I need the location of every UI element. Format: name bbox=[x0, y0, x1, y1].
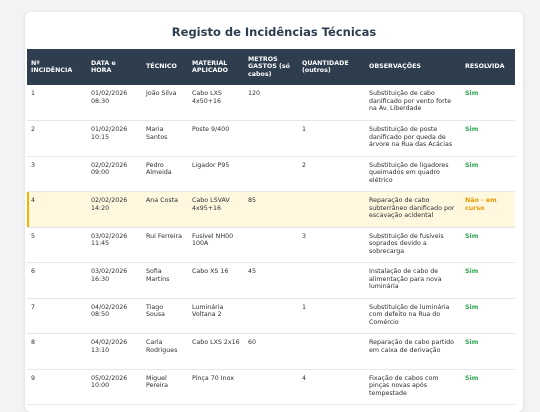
cell-obs: Substituição de fusíveis soprados devido… bbox=[365, 227, 461, 263]
cell-meters: 45 bbox=[244, 262, 298, 299]
table-row: 7 04/02/2026 08:50 Tiago Sousa Luminária… bbox=[27, 298, 515, 334]
cell-tech: Carla Rodrigues bbox=[142, 333, 188, 370]
cell-qty: 3 bbox=[298, 227, 365, 263]
table-row: 1 01/02/2026 08:30 João Silva Cabo LXS 4… bbox=[27, 85, 515, 121]
cell-date: 04/02/2026 13:10 bbox=[87, 333, 142, 370]
incidents-card: Registo de Incidências Técnicas Nº INCID… bbox=[25, 12, 523, 412]
header-obs: OBSERVAÇÕES bbox=[365, 49, 461, 85]
cell-resolved: Sim bbox=[461, 333, 515, 370]
cell-obs: Substituição de cabo danificado por vent… bbox=[365, 85, 461, 121]
cell-num: 8 bbox=[27, 333, 87, 370]
cell-meters bbox=[244, 120, 298, 157]
cell-tech: Sofia Martins bbox=[142, 262, 188, 299]
cell-meters: 120 bbox=[244, 85, 298, 121]
cell-qty bbox=[298, 191, 365, 228]
cell-material: Pinça 70 Inox bbox=[188, 369, 244, 405]
cell-qty: 4 bbox=[298, 369, 365, 405]
cell-date: 04/02/2026 08:50 bbox=[87, 298, 142, 334]
cell-resolved: Sim bbox=[461, 227, 515, 263]
cell-material: Ligador P95 bbox=[188, 156, 244, 192]
cell-num: 4 bbox=[27, 191, 87, 228]
cell-qty bbox=[298, 262, 365, 299]
cell-material: Luminária Voltana 2 bbox=[188, 298, 244, 334]
header-meters: METROS GASTOS (só cabos) bbox=[244, 49, 298, 85]
cell-resolved: Sim bbox=[461, 369, 515, 405]
table-row: 2 01/02/2026 10:15 Maria Santos Poste 9/… bbox=[27, 120, 515, 157]
cell-tech: Maria Santos bbox=[142, 120, 188, 157]
cell-tech: João Silva bbox=[142, 85, 188, 121]
table-row: 5 03/02/2026 11:45 Rui Ferreira Fusível … bbox=[27, 227, 515, 263]
table-body: 1 01/02/2026 08:30 João Silva Cabo LXS 4… bbox=[27, 85, 515, 405]
header-material: MATERIAL APLICADO bbox=[188, 49, 244, 85]
cell-obs: Instalação de cabo de alimentação para n… bbox=[365, 262, 461, 299]
cell-tech: Tiago Sousa bbox=[142, 298, 188, 334]
cell-date: 05/02/2026 10:00 bbox=[87, 369, 142, 405]
cell-resolved: Sim bbox=[461, 298, 515, 334]
cell-material: Poste 9/400 bbox=[188, 120, 244, 157]
cell-obs: Substituição de poste danificado por que… bbox=[365, 120, 461, 157]
cell-obs: Reparação de cabo partido em caixa de de… bbox=[365, 333, 461, 370]
cell-num: 9 bbox=[27, 369, 87, 405]
cell-material: Cabo LXS 4x50+16 bbox=[188, 85, 244, 121]
cell-resolved: Sim bbox=[461, 85, 515, 121]
cell-qty: 1 bbox=[298, 120, 365, 157]
cell-obs: Substituição de luminária com defeito na… bbox=[365, 298, 461, 334]
cell-material: Cabo LSVAV 4x95+16 bbox=[188, 191, 244, 228]
cell-qty bbox=[298, 85, 365, 121]
cell-num: 2 bbox=[27, 120, 87, 157]
cell-date: 03/02/2026 16:30 bbox=[87, 262, 142, 299]
table-row: 6 03/02/2026 16:30 Sofia Martins Cabo XS… bbox=[27, 262, 515, 299]
cell-num: 1 bbox=[27, 85, 87, 121]
cell-meters: 85 bbox=[244, 191, 298, 228]
cell-resolved: Não - em curso bbox=[461, 191, 515, 228]
cell-meters: 60 bbox=[244, 333, 298, 370]
cell-date: 01/02/2026 10:15 bbox=[87, 120, 142, 157]
header-date: DATA e HORA bbox=[87, 49, 142, 85]
cell-tech: Rui Ferreira bbox=[142, 227, 188, 263]
cell-meters bbox=[244, 298, 298, 334]
cell-tech: Ana Costa bbox=[142, 191, 188, 228]
page-title: Registo de Incidências Técnicas bbox=[171, 25, 377, 39]
cell-meters bbox=[244, 156, 298, 192]
table-header: Nº INCIDÊNCIA DATA e HORA TÉCNICO MATERI… bbox=[27, 49, 515, 85]
cell-obs: Reparação de cabo subterrâneo danificado… bbox=[365, 191, 461, 228]
header-qty: QUANTIDADE (outros) bbox=[298, 49, 365, 85]
cell-date: 01/02/2026 08:30 bbox=[87, 85, 142, 121]
cell-qty: 2 bbox=[298, 156, 365, 192]
cell-meters bbox=[244, 227, 298, 263]
cell-date: 03/02/2026 11:45 bbox=[87, 227, 142, 263]
cell-obs: Substituição de ligadores queimados em q… bbox=[365, 156, 461, 192]
cell-num: 3 bbox=[27, 156, 87, 192]
cell-resolved: Sim bbox=[461, 262, 515, 299]
cell-meters bbox=[244, 369, 298, 405]
table-row-pending: 4 02/02/2026 14:20 Ana Costa Cabo LSVAV … bbox=[27, 191, 515, 228]
cell-tech: Pedro Almeida bbox=[142, 156, 188, 192]
header-tech: TÉCNICO bbox=[142, 49, 188, 85]
cell-date: 02/02/2026 14:20 bbox=[87, 191, 142, 228]
table-row: 8 04/02/2026 13:10 Carla Rodrigues Cabo … bbox=[27, 333, 515, 370]
table-row: 3 02/02/2026 09:00 Pedro Almeida Ligador… bbox=[27, 156, 515, 192]
cell-material: Cabo LXS 2x16 bbox=[188, 333, 244, 370]
header-num: Nº INCIDÊNCIA bbox=[27, 49, 87, 85]
cell-obs: Fixação de cabos com pinças novas após t… bbox=[365, 369, 461, 405]
cell-material: Fusível NH00 100A bbox=[188, 227, 244, 263]
cell-material: Cabo XS 16 bbox=[188, 262, 244, 299]
cell-num: 5 bbox=[27, 227, 87, 263]
cell-num: 7 bbox=[27, 298, 87, 334]
cell-num: 6 bbox=[27, 262, 87, 299]
cell-qty bbox=[298, 333, 365, 370]
cell-resolved: Sim bbox=[461, 156, 515, 192]
header-resolved: RESOLVIDA bbox=[461, 49, 515, 85]
cell-qty: 1 bbox=[298, 298, 365, 334]
table-row: 9 05/02/2026 10:00 Miguel Pereira Pinça … bbox=[27, 369, 515, 405]
cell-resolved: Sim bbox=[461, 120, 515, 157]
cell-date: 02/02/2026 09:00 bbox=[87, 156, 142, 192]
cell-tech: Miguel Pereira bbox=[142, 369, 188, 405]
incidents-table: Nº INCIDÊNCIA DATA e HORA TÉCNICO MATERI… bbox=[27, 49, 515, 405]
